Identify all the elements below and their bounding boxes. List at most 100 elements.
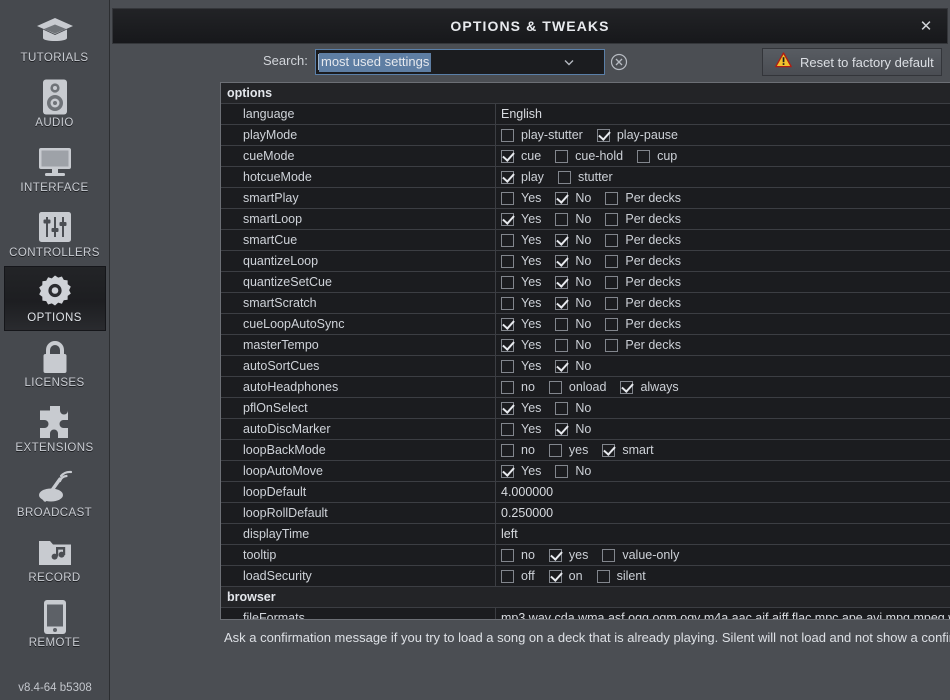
table-row[interactable]: displayTime left	[221, 524, 950, 545]
checkbox-unchecked-icon[interactable]	[501, 254, 514, 268]
checkbox-unchecked-icon[interactable]	[548, 380, 562, 394]
option-value[interactable]: left	[496, 524, 950, 544]
checkbox-unchecked-icon[interactable]	[557, 170, 571, 184]
option-choice[interactable]: Per decks	[605, 188, 681, 208]
checkbox-unchecked-icon[interactable]	[501, 380, 514, 394]
option-choice[interactable]: yes	[548, 545, 588, 565]
checkbox-unchecked-icon[interactable]	[501, 359, 514, 373]
option-value[interactable]: mp3 wav cda wma asf ogg ogm ogv m4a aac …	[496, 608, 950, 619]
checkbox-unchecked-icon[interactable]	[501, 275, 514, 289]
table-row[interactable]: loopAutoMove Yes No	[221, 461, 950, 482]
option-choice[interactable]: stutter	[557, 167, 613, 187]
checkbox-checked-icon[interactable]	[548, 548, 562, 562]
table-row[interactable]: cueLoopAutoSync Yes No Per decks	[221, 314, 950, 335]
sidebar-item-audio[interactable]: AUDIO	[4, 71, 106, 136]
table-row[interactable]: smartScratch Yes No Per decks	[221, 293, 950, 314]
checkbox-unchecked-icon[interactable]	[555, 338, 569, 352]
option-choice[interactable]: Yes	[501, 398, 541, 418]
option-value[interactable]: Yes No Per decks	[496, 251, 950, 271]
checkbox-unchecked-icon[interactable]	[501, 128, 514, 142]
checkbox-checked-icon[interactable]	[555, 359, 569, 373]
checkbox-unchecked-icon[interactable]	[501, 191, 514, 205]
option-choice[interactable]: Yes	[501, 188, 541, 208]
option-value[interactable]: no yes value-only	[496, 545, 950, 565]
table-row[interactable]: quantizeLoop Yes No Per decks	[221, 251, 950, 272]
chevron-down-icon[interactable]	[562, 55, 576, 69]
option-value[interactable]: no onload always	[496, 377, 950, 397]
checkbox-checked-icon[interactable]	[555, 275, 569, 289]
option-choice[interactable]: silent	[596, 566, 646, 586]
option-choice[interactable]: no	[501, 440, 535, 460]
option-choice[interactable]: Yes	[501, 293, 541, 313]
table-row[interactable]: playMode play-stutter play-pause	[221, 125, 950, 146]
option-choice[interactable]: Per decks	[605, 272, 681, 292]
checkbox-unchecked-icon[interactable]	[501, 233, 514, 247]
option-choice[interactable]: Per decks	[605, 314, 681, 334]
option-choice[interactable]: play	[501, 167, 544, 187]
option-value[interactable]: Yes No Per decks	[496, 293, 950, 313]
checkbox-unchecked-icon[interactable]	[501, 443, 514, 457]
sidebar-item-broadcast[interactable]: BROADCAST	[4, 461, 106, 526]
option-value[interactable]: 0.250000	[496, 503, 950, 523]
table-row[interactable]: loopDefault 4.000000	[221, 482, 950, 503]
checkbox-unchecked-icon[interactable]	[555, 317, 569, 331]
option-value[interactable]: Yes No Per decks	[496, 209, 950, 229]
option-value[interactable]: Yes No	[496, 356, 950, 376]
option-choice[interactable]: Yes	[501, 230, 541, 250]
checkbox-unchecked-icon[interactable]	[605, 254, 619, 268]
checkbox-checked-icon[interactable]	[501, 149, 514, 163]
table-row[interactable]: smartCue Yes No Per decks	[221, 230, 950, 251]
checkbox-unchecked-icon[interactable]	[605, 233, 619, 247]
table-row[interactable]: cueMode cue cue-hold cup	[221, 146, 950, 167]
checkbox-unchecked-icon[interactable]	[605, 296, 619, 310]
option-choice[interactable]: on	[548, 566, 583, 586]
option-choice[interactable]: Yes	[501, 356, 541, 376]
close-icon[interactable]: ✕	[915, 15, 937, 37]
sidebar-item-record[interactable]: RECORD	[4, 526, 106, 591]
table-row[interactable]: pflOnSelect Yes No	[221, 398, 950, 419]
option-choice[interactable]: No	[555, 230, 591, 250]
checkbox-checked-icon[interactable]	[548, 569, 562, 583]
option-choice[interactable]: No	[555, 314, 591, 334]
option-value[interactable]: Yes No	[496, 461, 950, 481]
option-value[interactable]: English	[496, 104, 950, 124]
checkbox-checked-icon[interactable]	[620, 380, 634, 394]
sidebar-item-licenses[interactable]: LICENSES	[4, 331, 106, 396]
table-row[interactable]: language English	[221, 104, 950, 125]
checkbox-unchecked-icon[interactable]	[555, 212, 569, 226]
sidebar-item-extensions[interactable]: EXTENSIONS	[4, 396, 106, 461]
option-choice[interactable]: Per decks	[605, 251, 681, 271]
table-row[interactable]: fileFormats mp3 wav cda wma asf ogg ogm o…	[221, 608, 950, 619]
option-choice[interactable]: Yes	[501, 272, 541, 292]
checkbox-unchecked-icon[interactable]	[605, 317, 619, 331]
table-row[interactable]: hotcueMode play stutter	[221, 167, 950, 188]
option-choice[interactable]: No	[555, 272, 591, 292]
checkbox-unchecked-icon[interactable]	[555, 401, 569, 415]
option-choice[interactable]: Per decks	[605, 335, 681, 355]
option-choice[interactable]: No	[555, 293, 591, 313]
option-choice[interactable]: No	[555, 398, 591, 418]
option-value[interactable]: Yes No Per decks	[496, 335, 950, 355]
option-value[interactable]: Yes No Per decks	[496, 188, 950, 208]
option-choice[interactable]: onload	[548, 377, 606, 397]
option-choice[interactable]: off	[501, 566, 535, 586]
table-row[interactable]: quantizeSetCue Yes No Per decks	[221, 272, 950, 293]
clear-circle-icon[interactable]	[610, 53, 628, 71]
checkbox-unchecked-icon[interactable]	[605, 275, 619, 289]
checkbox-unchecked-icon[interactable]	[596, 569, 610, 583]
option-value[interactable]: Yes No Per decks	[496, 230, 950, 250]
option-choice[interactable]: no	[501, 377, 535, 397]
option-choice[interactable]: Per decks	[605, 230, 681, 250]
sidebar-item-options[interactable]: OPTIONS	[3, 266, 106, 331]
option-choice[interactable]: cup	[637, 146, 677, 166]
option-choice[interactable]: Yes	[501, 335, 541, 355]
checkbox-checked-icon[interactable]	[501, 338, 514, 352]
table-row[interactable]: loadSecurity off on silent	[221, 566, 950, 587]
option-value[interactable]: 4.000000	[496, 482, 950, 502]
option-choice[interactable]: Yes	[501, 314, 541, 334]
checkbox-checked-icon[interactable]	[555, 422, 569, 436]
checkbox-unchecked-icon[interactable]	[605, 212, 619, 226]
option-value[interactable]: Yes No	[496, 419, 950, 439]
table-row[interactable]: tooltip no yes value-only	[221, 545, 950, 566]
option-choice[interactable]: No	[555, 251, 591, 271]
